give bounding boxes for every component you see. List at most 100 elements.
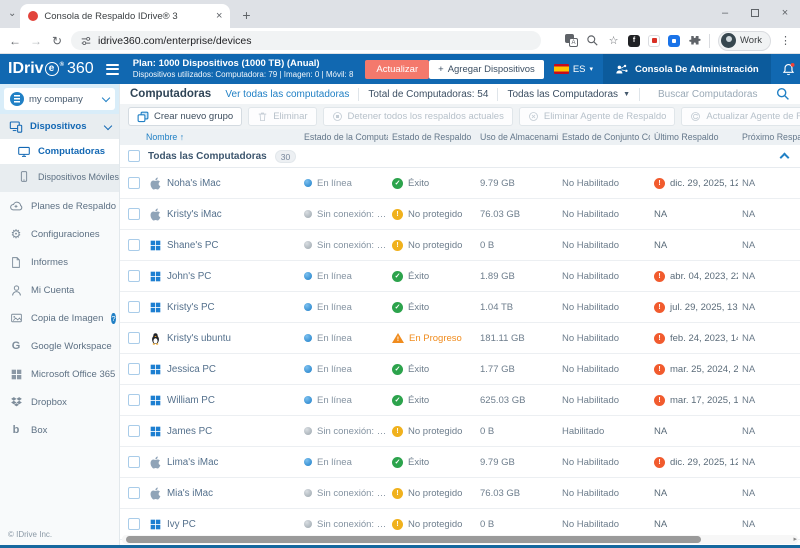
language-selector[interactable]: ES ▾ bbox=[554, 64, 593, 75]
sidebar-item-box[interactable]: b Box bbox=[0, 416, 119, 444]
full-set-status: No Habilitado bbox=[562, 271, 619, 282]
sidebar-item-configuraciones[interactable]: ⚙ Configuraciones bbox=[0, 220, 119, 248]
table-row[interactable]: John's PCEn línea✓Éxito1.89 GBNo Habilit… bbox=[120, 261, 800, 292]
reload-icon[interactable]: ↻ bbox=[50, 34, 64, 48]
group-checkbox[interactable] bbox=[128, 150, 140, 162]
column-estado-respaldo[interactable]: Estado de Respaldo bbox=[388, 132, 476, 142]
column-estado-computadora[interactable]: Estado de la Computadora bbox=[300, 132, 388, 142]
table-row[interactable]: Shane's PCSin conexión: 5 mes[...!No pro… bbox=[120, 230, 800, 261]
last-backup: jul. 29, 2025, 13:17 bbox=[670, 302, 738, 313]
search-input[interactable] bbox=[658, 89, 776, 100]
browser-profile-button[interactable]: Work bbox=[718, 31, 771, 51]
computers-filter-dropdown[interactable]: Todas las Computadoras ▼ bbox=[507, 89, 630, 100]
row-checkbox[interactable] bbox=[128, 518, 140, 530]
delete-button[interactable]: Eliminar bbox=[248, 107, 316, 126]
table-row[interactable]: Lima's iMacEn línea✓Éxito9.79 GBNo Habil… bbox=[120, 447, 800, 478]
extension-icon-3[interactable] bbox=[668, 35, 680, 47]
admin-console-button[interactable]: Consola De Administración bbox=[603, 54, 771, 84]
add-devices-button[interactable]: + Agregar Dispositivos bbox=[429, 60, 544, 79]
find-icon[interactable] bbox=[586, 34, 599, 47]
sidebar-item-informes[interactable]: Informes bbox=[0, 248, 119, 276]
microsoft-grid-icon bbox=[9, 369, 23, 380]
sidebar-item-dropbox[interactable]: Dropbox bbox=[0, 388, 119, 416]
row-checkbox[interactable] bbox=[128, 239, 140, 251]
scrollbar-thumb[interactable] bbox=[126, 536, 701, 543]
chevron-up-icon[interactable] bbox=[780, 153, 790, 163]
group-count-badge: 30 bbox=[275, 150, 296, 163]
sidebar-item-dispositivos[interactable]: Dispositivos bbox=[0, 114, 119, 139]
success-check-icon: ✓ bbox=[392, 178, 403, 189]
minimize-button[interactable]: – bbox=[710, 0, 740, 26]
bookmark-star-icon[interactable]: ☆ bbox=[607, 34, 620, 47]
tab-search-icon[interactable]: ⌄ bbox=[8, 8, 16, 19]
browser-menu-icon[interactable]: ⋮ bbox=[779, 34, 792, 47]
sidebar-item-microsoft-office-365[interactable]: Microsoft Office 365 bbox=[0, 360, 119, 388]
table-row[interactable]: Kristy's PCEn línea✓Éxito1.04 TBNo Habil… bbox=[120, 292, 800, 323]
hamburger-menu-icon[interactable] bbox=[106, 64, 119, 75]
table-row[interactable]: Mia's iMacSin conexión: hace u...!No pro… bbox=[120, 478, 800, 509]
table-row[interactable]: Jessica PCEn línea✓Éxito1.77 GBNo Habili… bbox=[120, 354, 800, 385]
view-all-computers-link[interactable]: Ver todas las computadoras bbox=[225, 89, 349, 100]
sidebar-item-planes-de-respaldo[interactable]: Planes de Respaldo bbox=[0, 192, 119, 220]
scrollbar-arrow-icon[interactable]: ▸ bbox=[793, 535, 797, 544]
table-header: Nombre ↑ Estado de la Computadora Estado… bbox=[120, 129, 800, 145]
search-icon[interactable] bbox=[776, 87, 790, 101]
extensions-puzzle-icon[interactable] bbox=[688, 34, 701, 47]
extension-icon-2[interactable] bbox=[648, 35, 660, 47]
table-row[interactable]: James PCSin conexión: 2 mes[...!No prote… bbox=[120, 416, 800, 447]
company-selector[interactable]: my company bbox=[4, 88, 115, 110]
table-row[interactable]: Kristy's ubuntuEn línea!En Progreso181.1… bbox=[120, 323, 800, 354]
company-icon bbox=[10, 92, 24, 106]
row-checkbox[interactable] bbox=[128, 177, 140, 189]
browser-tab[interactable]: Consola de Respaldo IDrive® 3 × bbox=[20, 4, 230, 28]
translate-icon[interactable]: A bbox=[565, 34, 578, 47]
row-checkbox[interactable] bbox=[128, 301, 140, 313]
full-set-status: No Habilitado bbox=[562, 519, 619, 530]
row-checkbox[interactable] bbox=[128, 363, 140, 375]
table-row[interactable]: Noha's iMacEn línea✓Éxito9.79 GBNo Habil… bbox=[120, 168, 800, 199]
tab-close-icon[interactable]: × bbox=[216, 10, 222, 22]
update-agent-button[interactable]: Actualizar Agente de Respaldo bbox=[681, 107, 800, 126]
row-checkbox[interactable] bbox=[128, 487, 140, 499]
extension-icon-1[interactable]: f bbox=[628, 35, 640, 47]
new-tab-button[interactable]: + bbox=[242, 7, 250, 23]
close-button[interactable]: × bbox=[770, 0, 800, 26]
forward-icon[interactable]: → bbox=[29, 34, 43, 48]
column-uso-almacenamiento[interactable]: Uso de Almacenamiento bbox=[476, 132, 558, 142]
maximize-button[interactable] bbox=[740, 0, 770, 26]
create-group-button[interactable]: Crear nuevo grupo bbox=[128, 107, 242, 126]
table-row[interactable]: William PCEn línea✓Éxito625.03 GBNo Habi… bbox=[120, 385, 800, 416]
next-backup: NA bbox=[742, 364, 755, 375]
url-bar[interactable]: idrive360.com/enterprise/devices bbox=[71, 31, 541, 50]
column-nombre[interactable]: Nombre ↑ bbox=[120, 132, 300, 142]
row-checkbox[interactable] bbox=[128, 208, 140, 220]
sidebar-item-computadoras[interactable]: Computadoras bbox=[0, 139, 119, 164]
row-checkbox[interactable] bbox=[128, 394, 140, 406]
backup-status: Éxito bbox=[408, 395, 429, 406]
site-settings-icon[interactable] bbox=[80, 35, 92, 47]
sidebar-item-dispositivos-moviles[interactable]: Dispositivos Móviles bbox=[0, 164, 119, 189]
device-name: Jessica PC bbox=[167, 364, 216, 375]
offline-status-icon bbox=[304, 489, 312, 497]
device-name: Noha's iMac bbox=[167, 178, 221, 189]
help-badge-icon[interactable]: ? bbox=[111, 313, 115, 324]
row-checkbox[interactable] bbox=[128, 332, 140, 344]
row-checkbox[interactable] bbox=[128, 270, 140, 282]
backup-status: Éxito bbox=[408, 178, 429, 189]
column-ultimo-respaldo[interactable]: Último Respaldo bbox=[650, 132, 738, 142]
column-conjunto-completo[interactable]: Estado de Conjunto Completo bbox=[558, 132, 650, 142]
remove-agent-button[interactable]: Eliminar Agente de Respaldo bbox=[519, 107, 676, 126]
sidebar-item-copia-de-imagen[interactable]: Copia de Imagen ? bbox=[0, 304, 119, 332]
sidebar-item-mi-cuenta[interactable]: Mi Cuenta bbox=[0, 276, 119, 304]
column-proximo-respaldo[interactable]: Próximo Respaldo bbox=[738, 132, 800, 142]
group-row-todas-las-computadoras[interactable]: Todas las Computadoras 30 bbox=[120, 145, 800, 168]
horizontal-scrollbar[interactable]: ▸ bbox=[122, 535, 798, 544]
table-row[interactable]: Kristy's iMacSin conexión: hace u...!No … bbox=[120, 199, 800, 230]
row-checkbox[interactable] bbox=[128, 425, 140, 437]
upgrade-button[interactable]: Actualizar bbox=[365, 60, 429, 79]
row-checkbox[interactable] bbox=[128, 456, 140, 468]
notifications-bell-icon[interactable] bbox=[781, 62, 796, 77]
stop-backups-button[interactable]: Detener todos los respaldos actuales bbox=[323, 107, 513, 126]
sidebar-item-google-workspace[interactable]: G Google Workspace bbox=[0, 332, 119, 360]
back-icon[interactable]: ← bbox=[8, 34, 22, 48]
